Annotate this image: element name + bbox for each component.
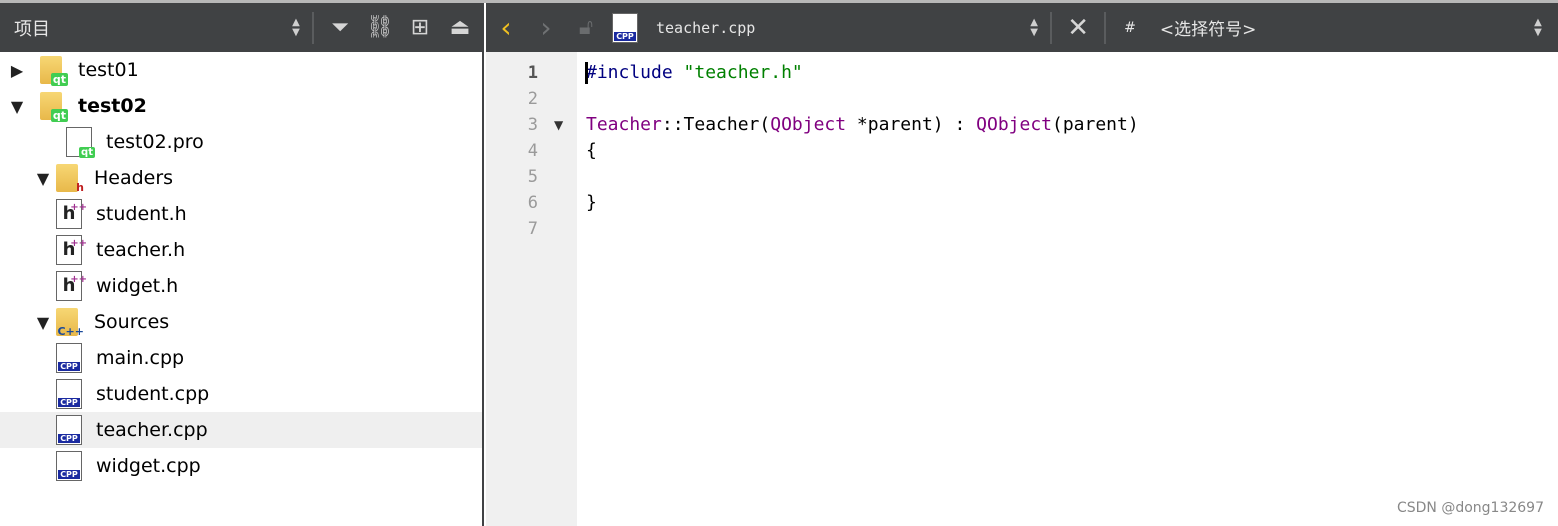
tree-item-label: Headers bbox=[94, 167, 174, 189]
symbol-hash: # bbox=[1124, 19, 1136, 36]
editor-toolbar: ‹ › 🔓︎ CPP teacher.cpp ▲ ▼ ✕ # <选择符号> ▲ ▼ bbox=[486, 3, 1558, 52]
divider bbox=[312, 11, 314, 44]
line-number-gutter: 1 2 3 4 5 6 7 ▼ bbox=[486, 52, 577, 526]
tree-item-label: widget.cpp bbox=[96, 455, 201, 477]
cpp-file-icon: CPP bbox=[56, 343, 82, 373]
filter-icon[interactable]: ⏷ bbox=[320, 8, 360, 48]
line-number: 6 bbox=[527, 193, 538, 213]
fold-marker-icon[interactable]: ▼ bbox=[554, 118, 563, 132]
collapsed-arrow-icon[interactable]: ▶ bbox=[4, 61, 30, 80]
project-toolbar: 项目 ▲ ▼ ⏷ ⛓ ⊞ ⏏ bbox=[0, 3, 484, 52]
code-token: (parent) bbox=[1052, 114, 1139, 135]
code-token: *parent) : bbox=[846, 114, 977, 135]
line-number: 3 bbox=[527, 115, 538, 135]
watermark: CSDN @dong132697 bbox=[1396, 500, 1544, 516]
symbol-updown-icon[interactable]: ▲ ▼ bbox=[1528, 17, 1548, 38]
split-add-icon[interactable]: ⊞ bbox=[400, 8, 440, 48]
line-number: 4 bbox=[527, 141, 538, 161]
cpp-file-icon: CPP bbox=[56, 451, 82, 481]
line-number: 2 bbox=[527, 89, 538, 109]
back-icon[interactable]: ‹ bbox=[486, 8, 526, 48]
code-line: } bbox=[586, 190, 597, 216]
tree-item[interactable]: ▼ h Headers bbox=[0, 160, 482, 196]
code-token: ::Teacher( bbox=[661, 114, 771, 135]
tree-item[interactable]: CPP student.cpp bbox=[0, 376, 482, 412]
expanded-arrow-icon[interactable]: ▼ bbox=[4, 97, 30, 116]
tree-item[interactable]: qt test02.pro bbox=[0, 124, 482, 160]
divider bbox=[1050, 11, 1053, 44]
sources-folder-icon: C++ bbox=[56, 308, 84, 338]
project-tree: ▶ qt test01 ▼ qt test02 qt test02.pro ▼ h Headers h… bbox=[0, 52, 484, 526]
unlock-icon[interactable]: 🔓︎ bbox=[566, 8, 606, 48]
line-number: 5 bbox=[527, 167, 538, 187]
expanded-arrow-icon[interactable]: ▼ bbox=[30, 169, 56, 188]
file-updown-icon[interactable]: ▲ ▼ bbox=[1024, 17, 1044, 38]
tree-item[interactable]: ▼ qt test02 bbox=[0, 88, 482, 124]
tree-item[interactable]: CPP widget.cpp bbox=[0, 448, 482, 484]
tree-item[interactable]: ▼ C++ Sources bbox=[0, 304, 482, 340]
expanded-arrow-icon[interactable]: ▼ bbox=[30, 313, 56, 332]
header-file-icon: h ++ bbox=[56, 235, 87, 265]
maximize-icon[interactable]: ⏏ bbox=[440, 8, 480, 48]
symbol-selector[interactable]: <选择符号> bbox=[1160, 15, 1528, 40]
tree-item[interactable]: ▶ qt test01 bbox=[0, 52, 482, 88]
qt-project-folder-icon: qt bbox=[40, 92, 68, 122]
code-line: Teacher::Teacher(QObject *parent) : QObj… bbox=[586, 112, 1139, 138]
headers-folder-icon: h bbox=[56, 164, 84, 194]
forward-icon[interactable]: › bbox=[526, 8, 566, 48]
tree-item[interactable]: h ++ student.h bbox=[0, 196, 482, 232]
tree-item[interactable]: CPP teacher.cpp bbox=[0, 412, 482, 448]
text-cursor bbox=[585, 62, 588, 84]
code-token: "teacher.h" bbox=[683, 62, 803, 83]
tree-item-label: widget.h bbox=[96, 275, 179, 297]
tree-item-label: test02.pro bbox=[106, 131, 204, 153]
code-token: QObject bbox=[976, 114, 1052, 135]
code-token: { bbox=[586, 140, 597, 161]
tree-item[interactable]: h ++ teacher.h bbox=[0, 232, 482, 268]
code-token: #include bbox=[586, 62, 684, 83]
line-number: 7 bbox=[527, 219, 538, 239]
tree-item-label: student.cpp bbox=[96, 383, 210, 405]
cpp-file-icon: CPP bbox=[612, 12, 638, 43]
code-token: QObject bbox=[770, 114, 847, 135]
close-icon[interactable]: ✕ bbox=[1058, 8, 1098, 48]
sort-updown-icon[interactable]: ▲ ▼ bbox=[286, 17, 306, 38]
tree-item[interactable]: CPP main.cpp bbox=[0, 340, 482, 376]
line-number: 1 bbox=[527, 63, 538, 83]
tree-item-label: test01 bbox=[78, 59, 139, 81]
qt-project-folder-icon: qt bbox=[40, 56, 68, 86]
cpp-file-icon: CPP bbox=[56, 415, 82, 445]
code-token: } bbox=[586, 192, 597, 213]
tree-item-label: student.h bbox=[96, 203, 187, 225]
tree-item-label: teacher.h bbox=[96, 239, 186, 261]
header-file-icon: h ++ bbox=[56, 271, 87, 301]
project-panel-title: 项目 bbox=[14, 18, 50, 40]
header-file-icon: h ++ bbox=[56, 199, 87, 229]
tree-item-label: main.cpp bbox=[96, 347, 185, 369]
tree-item-label: test02 bbox=[78, 95, 147, 117]
code-line: { bbox=[586, 138, 597, 164]
tree-item-label: teacher.cpp bbox=[96, 419, 208, 441]
link-icon[interactable]: ⛓ bbox=[360, 8, 400, 48]
code-token: Teacher bbox=[586, 114, 662, 135]
tree-item-label: Sources bbox=[94, 311, 170, 333]
cpp-file-icon: CPP bbox=[56, 379, 82, 409]
pro-file-icon: qt bbox=[66, 127, 95, 158]
code-line: #include "teacher.h" bbox=[586, 60, 803, 86]
divider bbox=[1104, 11, 1107, 44]
current-file-name[interactable]: teacher.cpp bbox=[656, 19, 1024, 37]
tree-item[interactable]: h ++ widget.h bbox=[0, 268, 482, 304]
